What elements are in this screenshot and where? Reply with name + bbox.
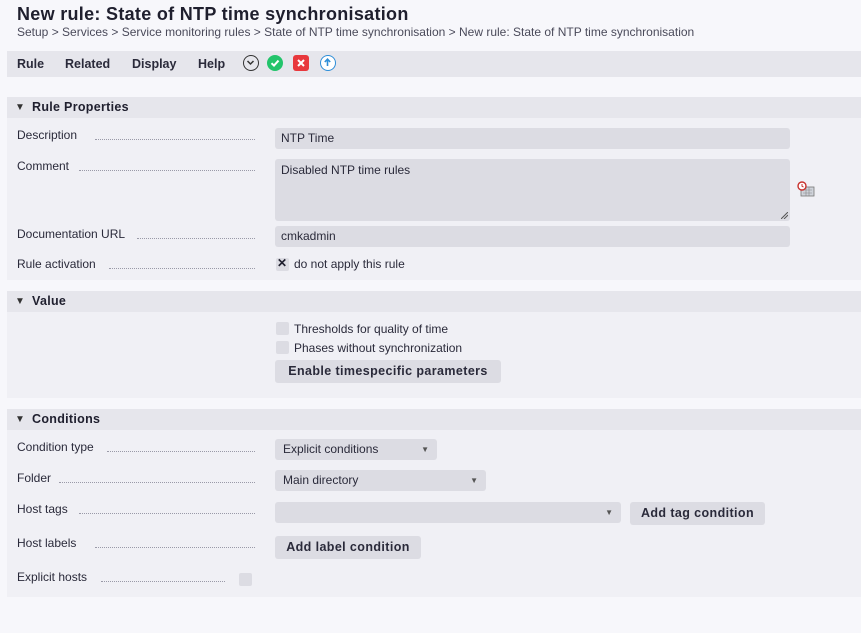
add-tag-condition-button[interactable]: Add tag condition bbox=[630, 502, 765, 525]
rule-properties-header[interactable]: ▼ Rule Properties bbox=[7, 97, 861, 118]
add-label-condition-button[interactable]: Add label condition bbox=[275, 536, 421, 559]
menu-rule[interactable]: Rule bbox=[17, 57, 44, 71]
explicit-hosts-label: Explicit hosts bbox=[17, 570, 88, 584]
doc-url-label: Documentation URL bbox=[17, 227, 126, 241]
dotted-leader bbox=[95, 547, 255, 548]
disable-rule-label: do not apply this rule bbox=[294, 257, 405, 271]
quality-thresholds-label: Thresholds for quality of time bbox=[294, 322, 449, 336]
chevron-down-icon[interactable] bbox=[243, 55, 259, 71]
dotted-leader bbox=[59, 482, 255, 483]
quality-thresholds-checkbox[interactable] bbox=[276, 322, 289, 335]
condition-type-select[interactable]: Explicit conditions ▼ bbox=[275, 439, 437, 460]
dotted-leader bbox=[79, 170, 255, 171]
collapse-triangle-icon[interactable]: ▼ bbox=[15, 102, 25, 113]
conditions-title: Conditions bbox=[32, 412, 101, 426]
phases-label: Phases without synchronization bbox=[294, 341, 463, 355]
collapse-triangle-icon[interactable]: ▼ bbox=[15, 414, 25, 425]
comment-stamp-icon[interactable] bbox=[797, 181, 815, 197]
chevron-down-icon: ▼ bbox=[605, 508, 613, 517]
description-label: Description bbox=[17, 128, 78, 142]
value-title: Value bbox=[32, 294, 67, 308]
enable-timespecific-button[interactable]: Enable timespecific parameters bbox=[275, 360, 501, 383]
description-input[interactable]: NTP Time bbox=[275, 128, 790, 149]
rule-properties-title: Rule Properties bbox=[32, 100, 129, 114]
chevron-down-icon: ▼ bbox=[470, 476, 478, 485]
host-tags-label: Host tags bbox=[17, 502, 68, 516]
folder-select[interactable]: Main directory ▼ bbox=[275, 470, 486, 491]
comment-label: Comment bbox=[17, 159, 70, 173]
rule-activation-label: Rule activation bbox=[17, 257, 96, 271]
value-header[interactable]: ▼ Value bbox=[7, 291, 861, 312]
save-check-icon[interactable] bbox=[267, 55, 283, 71]
menu-bar: Rule Related Display Help bbox=[7, 51, 861, 77]
host-tags-select[interactable]: ▼ bbox=[275, 502, 621, 523]
folder-value: Main directory bbox=[283, 473, 359, 487]
folder-label: Folder bbox=[17, 471, 52, 485]
conditions-header[interactable]: ▼ Conditions bbox=[7, 409, 861, 430]
dotted-leader bbox=[95, 139, 255, 140]
doc-url-input[interactable]: cmkadmin bbox=[275, 226, 790, 247]
dotted-leader bbox=[107, 451, 255, 452]
chevron-down-icon: ▼ bbox=[421, 445, 429, 454]
host-labels-label: Host labels bbox=[17, 536, 77, 550]
cancel-x-icon[interactable] bbox=[293, 55, 309, 71]
collapse-triangle-icon[interactable]: ▼ bbox=[15, 296, 25, 307]
value-section: ▼ Value Thresholds for quality of time P… bbox=[7, 291, 861, 398]
comment-textarea[interactable]: Disabled NTP time rules bbox=[275, 159, 790, 221]
dotted-leader bbox=[101, 581, 225, 582]
dotted-leader bbox=[137, 238, 255, 239]
menu-help[interactable]: Help bbox=[198, 57, 225, 71]
menu-related[interactable]: Related bbox=[65, 57, 110, 71]
rule-properties-section: ▼ Rule Properties Description NTP Time C… bbox=[7, 97, 861, 280]
upload-arrow-icon[interactable] bbox=[320, 55, 336, 71]
menu-display[interactable]: Display bbox=[132, 57, 176, 71]
explicit-hosts-checkbox[interactable] bbox=[239, 573, 252, 586]
dotted-leader bbox=[109, 268, 255, 269]
page-title: New rule: State of NTP time synchronisat… bbox=[17, 4, 409, 24]
disable-rule-checkbox[interactable] bbox=[276, 256, 289, 271]
resize-handle-icon[interactable] bbox=[781, 212, 788, 219]
comment-text: Disabled NTP time rules bbox=[281, 163, 411, 177]
conditions-section: ▼ Conditions Condition type Explicit con… bbox=[7, 409, 861, 597]
dotted-leader bbox=[79, 513, 255, 514]
breadcrumb[interactable]: Setup > Services > Service monitoring ru… bbox=[17, 25, 694, 39]
phases-checkbox[interactable] bbox=[276, 341, 289, 354]
condition-type-value: Explicit conditions bbox=[283, 442, 379, 456]
condition-type-label: Condition type bbox=[17, 440, 94, 454]
